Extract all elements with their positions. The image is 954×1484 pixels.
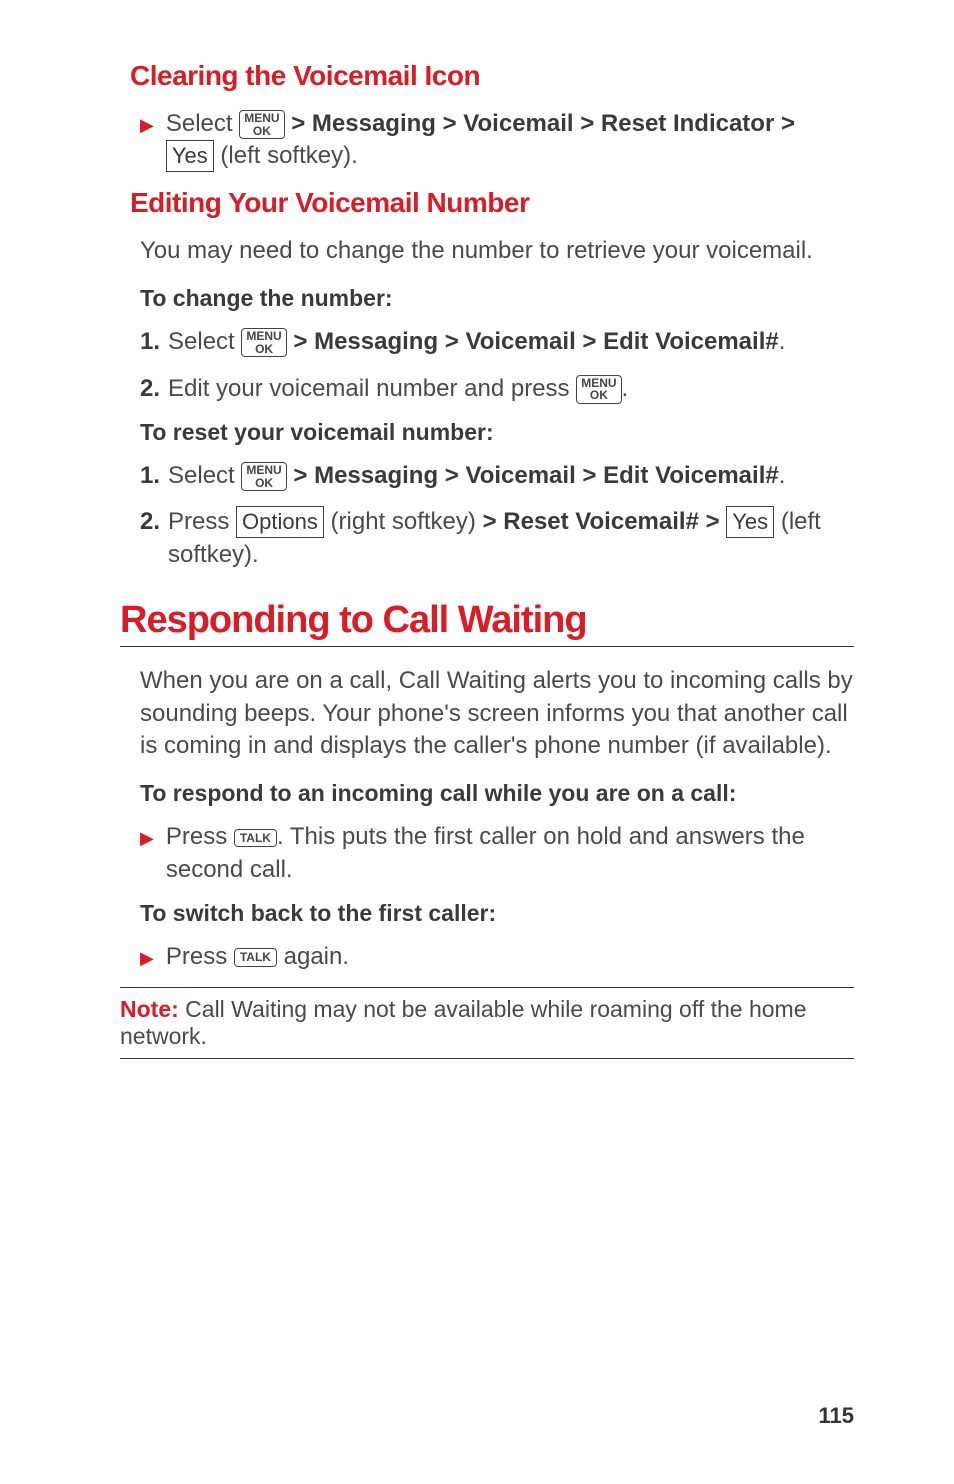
yes-softkey: Yes <box>166 140 214 172</box>
heading-call-waiting: Responding to Call Waiting <box>120 599 854 647</box>
bullet-text: Press TALK again. <box>166 941 854 973</box>
step-text: Select MENUOK > Messaging > Voicemail > … <box>168 460 854 492</box>
bullet-text: Select MENUOK > Messaging > Voicemail > … <box>166 108 854 173</box>
options-softkey: Options <box>236 506 324 538</box>
menu-ok-key-icon: MENUOK <box>239 110 284 139</box>
menu-ok-key-icon: MENUOK <box>241 462 286 491</box>
step-1-reset: 1. Select MENUOK > Messaging > Voicemail… <box>140 460 854 492</box>
subheading-switch-back: To switch back to the first caller: <box>140 900 854 927</box>
bullet-clear-voicemail: ▶ Select MENUOK > Messaging > Voicemail … <box>140 108 854 173</box>
bullet-text: Press TALK. This puts the first caller o… <box>166 821 854 886</box>
subheading-change-number: To change the number: <box>140 285 854 312</box>
intro-para: You may need to change the number to ret… <box>140 235 854 267</box>
yes-softkey: Yes <box>726 506 774 538</box>
page-number: 115 <box>819 1403 855 1429</box>
step-number: 1. <box>140 460 160 492</box>
subheading-respond-call: To respond to an incoming call while you… <box>140 780 854 807</box>
menu-ok-key-icon: MENUOK <box>576 375 621 404</box>
step-text: Edit your voicemail number and press MEN… <box>168 373 854 405</box>
step-text: Press Options (right softkey) > Reset Vo… <box>168 506 854 571</box>
bullet-respond: ▶ Press TALK. This puts the first caller… <box>140 821 854 886</box>
menu-ok-key-icon: MENUOK <box>241 328 286 357</box>
subheading-reset-number: To reset your voicemail number: <box>140 419 854 446</box>
heading-clearing-voicemail: Clearing the Voicemail Icon <box>130 60 854 92</box>
triangle-icon: ▶ <box>140 113 154 173</box>
bullet-switch-back: ▶ Press TALK again. <box>140 941 854 973</box>
talk-key-icon: TALK <box>234 829 277 848</box>
note-label: Note: <box>120 996 179 1022</box>
triangle-icon: ▶ <box>140 826 154 886</box>
step-number: 2. <box>140 373 160 405</box>
step-text: Select MENUOK > Messaging > Voicemail > … <box>168 326 854 358</box>
triangle-icon: ▶ <box>140 946 154 973</box>
step-1-change: 1. Select MENUOK > Messaging > Voicemail… <box>140 326 854 358</box>
note-text: Call Waiting may not be available while … <box>120 996 807 1049</box>
step-2-change: 2. Edit your voicemail number and press … <box>140 373 854 405</box>
heading-editing-voicemail: Editing Your Voicemail Number <box>130 187 854 219</box>
intro-call-waiting: When you are on a call, Call Waiting ale… <box>140 665 854 762</box>
step-2-reset: 2. Press Options (right softkey) > Reset… <box>140 506 854 571</box>
step-number: 2. <box>140 506 160 571</box>
talk-key-icon: TALK <box>234 948 277 967</box>
note-block: Note: Call Waiting may not be available … <box>120 987 854 1059</box>
step-number: 1. <box>140 326 160 358</box>
